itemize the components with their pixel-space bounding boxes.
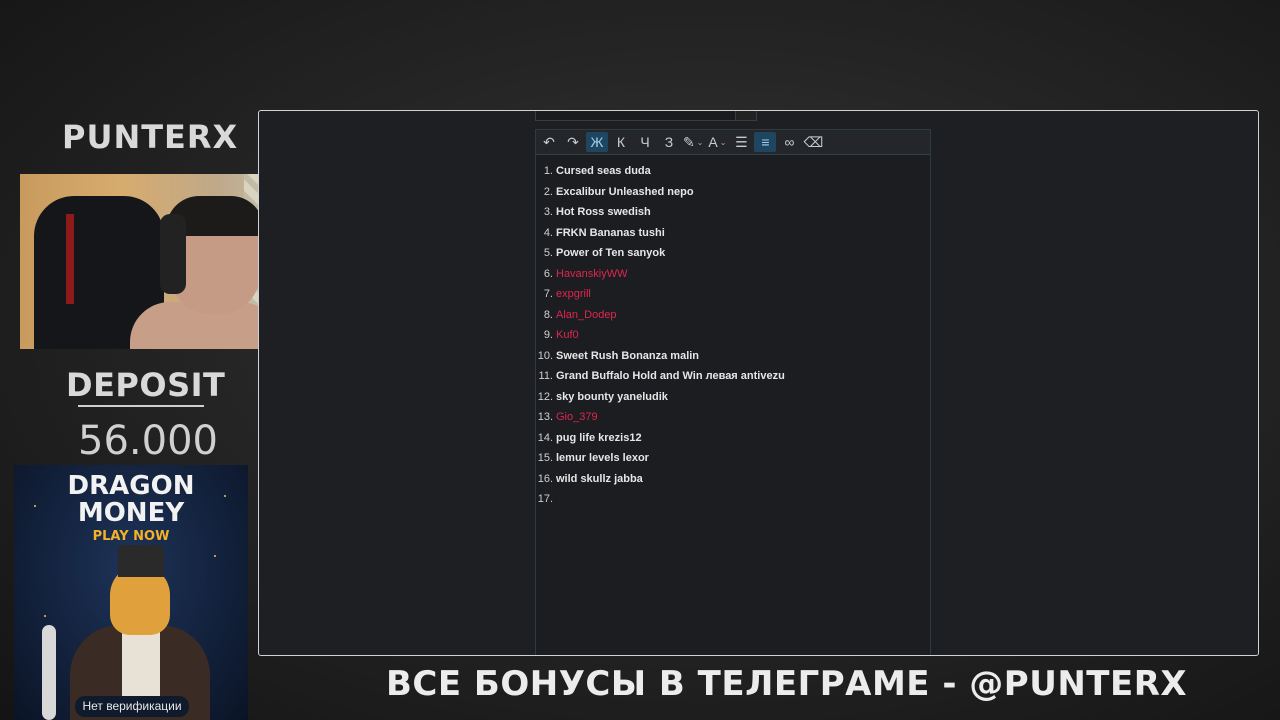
list-item[interactable]: 8. Alan_Dodep (536, 305, 930, 326)
ad-badge: Нет верификации (75, 696, 189, 717)
list-item-number: 7. (543, 288, 553, 301)
bullet-list-icon[interactable]: ☰ (730, 132, 752, 152)
eraser-icon[interactable]: ⌫ (802, 132, 824, 152)
list-item[interactable]: 7. expgrill (536, 284, 930, 305)
list-item[interactable]: 9. Kuf0 (536, 325, 930, 346)
list-item[interactable]: 2. Excalibur Unleashed nepo (536, 182, 930, 203)
sponsor-ad-banner[interactable]: DRAGON MONEY PLAY NOW Нет верификации (14, 465, 248, 720)
font-color-icon[interactable]: A ⌄ (706, 132, 728, 152)
list-item-text: HavanskiyWW (556, 267, 628, 280)
list-item-number: 17. (537, 493, 553, 506)
text-editor[interactable]: ↶ ↷ Ж К Ч З ✎ ⌄ A ⌄ ☰ ≡ ∞ ⌫ 1. Cursed seas duda 2. Excal… (535, 129, 931, 655)
list-item[interactable]: 14. pug life krezis12 (536, 428, 930, 449)
footer-banner: ВСЕ БОНУСЫ В ТЕЛЕГРАМЕ - @PUNTERX (386, 664, 1188, 704)
list-item[interactable]: 1. Cursed seas duda (536, 161, 930, 182)
list-item[interactable]: 5. Power of Ten sanyok (536, 243, 930, 264)
chevron-down-icon[interactable]: ⌄ (697, 138, 704, 147)
strikethrough-button[interactable]: З (658, 132, 680, 152)
bold-button[interactable]: Ж (586, 132, 608, 152)
list-item-number: 13. (537, 411, 553, 424)
list-item-number: 14. (537, 431, 553, 444)
editor-list[interactable]: 1. Cursed seas duda 2. Excalibur Unleashed … (536, 155, 930, 510)
list-item-number: 1. (543, 165, 553, 178)
list-item[interactable]: 10. Sweet Rush Bonanza malin (536, 346, 930, 367)
list-item-number: 9. (543, 329, 553, 342)
ad-title-line2: MONEY (77, 498, 185, 528)
chevron-down-icon[interactable]: ⌄ (720, 138, 727, 147)
list-item-number: 16. (537, 472, 553, 485)
dragon-cane (42, 625, 56, 720)
list-item-number: 15. (537, 452, 553, 465)
list-item-text: FRKN Bananas tushi (556, 226, 665, 239)
undo-icon[interactable]: ↶ (538, 132, 560, 152)
list-item[interactable]: 13. Gio_379 (536, 407, 930, 428)
list-item[interactable]: 16. wild skullz jabba (536, 469, 930, 490)
list-item-text: Grand Buffalo Hold and Win левая antivez… (556, 370, 785, 383)
deposit-divider (78, 405, 204, 407)
brand-title: PUNTERX (62, 118, 239, 156)
list-item[interactable]: 6. HavanskiyWW (536, 264, 930, 285)
webcam-chair-stripe (66, 214, 74, 304)
italic-button[interactable]: К (610, 132, 632, 152)
list-item-number: 4. (543, 226, 553, 239)
ad-title: DRAGON MONEY (14, 473, 248, 527)
top-field-fragment[interactable] (535, 111, 739, 121)
list-item-number: 6. (543, 267, 553, 280)
list-item-text: Power of Ten sanyok (556, 247, 666, 260)
list-item-number: 2. (543, 185, 553, 198)
redo-icon[interactable]: ↷ (562, 132, 584, 152)
ad-cta[interactable]: PLAY NOW (14, 529, 248, 544)
list-item[interactable]: 11. Grand Buffalo Hold and Win левая anti… (536, 366, 930, 387)
list-item-text: sky bounty yaneludik (556, 390, 668, 403)
list-item[interactable]: 3. Hot Ross swedish (536, 202, 930, 223)
deposit-label: DEPOSIT (66, 366, 226, 404)
list-item-number: 8. (543, 308, 553, 321)
list-item-text: Hot Ross swedish (556, 206, 651, 219)
list-item-number: 11. (538, 370, 553, 383)
dragon-hat (118, 545, 164, 577)
list-item-number: 10. (537, 349, 553, 362)
list-item[interactable]: 15. lemur levels lexor (536, 448, 930, 469)
sparkle-icon (44, 615, 46, 617)
screen-share-panel: ↶ ↷ Ж К Ч З ✎ ⌄ A ⌄ ☰ ≡ ∞ ⌫ 1. Cursed seas duda 2. Excal… (258, 110, 1259, 656)
list-item-number: 3. (543, 206, 553, 219)
list-item-text: Sweet Rush Bonanza malin (556, 349, 700, 362)
editor-toolbar: ↶ ↷ Ж К Ч З ✎ ⌄ A ⌄ ☰ ≡ ∞ ⌫ (536, 130, 930, 155)
list-item-text: Gio_379 (556, 411, 598, 424)
list-item-text: Kuf0 (556, 329, 579, 342)
highlight-icon[interactable]: ✎ ⌄ (682, 132, 704, 152)
top-button-fragment[interactable] (735, 111, 757, 121)
sparkle-icon (214, 555, 216, 557)
headset-icon (160, 214, 186, 294)
list-item[interactable]: 12. sky bounty yaneludik (536, 387, 930, 408)
list-item-number: 12. (537, 390, 553, 403)
list-item[interactable]: 4. FRKN Bananas tushi (536, 223, 930, 244)
list-item-text: pug life krezis12 (556, 431, 642, 444)
list-item-text: wild skullz jabba (556, 472, 643, 485)
deposit-value: 56.000 (78, 418, 218, 464)
list-item-text: Alan_Dodep (556, 308, 617, 321)
list-item-text: lemur levels lexor (556, 452, 649, 465)
ad-title-line1: DRAGON (67, 471, 195, 501)
list-item-text: Excalibur Unleashed nepo (556, 185, 694, 198)
list-item-text: Cursed seas duda (556, 165, 651, 178)
list-item-number: 5. (543, 247, 553, 260)
list-item-text: expgrill (556, 288, 591, 301)
link-icon[interactable]: ∞ (778, 132, 800, 152)
numbered-list-icon[interactable]: ≡ (754, 132, 777, 152)
list-item[interactable]: 17. (536, 489, 930, 510)
underline-button[interactable]: Ч (634, 132, 656, 152)
